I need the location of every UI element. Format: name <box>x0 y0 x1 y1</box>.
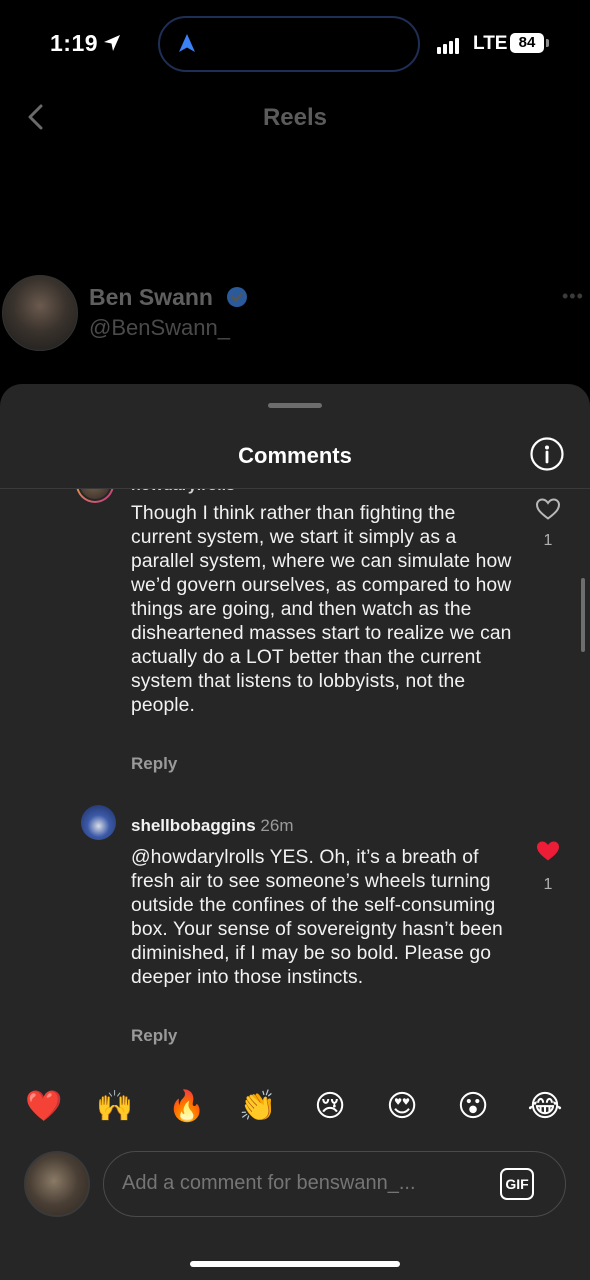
comment-composer[interactable]: GIF <box>103 1151 566 1217</box>
reply-button[interactable]: Reply <box>131 1026 177 1046</box>
reply-button[interactable]: Reply <box>131 754 177 774</box>
battery-icon: 84 <box>510 33 544 53</box>
comments-title: Comments <box>238 443 352 468</box>
comment-time: 26m <box>260 816 294 835</box>
like-count: 1 <box>543 876 553 893</box>
comments-sheet: Comments howdarylrolls Though I think ra… <box>0 384 590 1280</box>
like-count: 1 <box>543 532 553 549</box>
status-time: 1:19 <box>50 30 99 56</box>
home-indicator[interactable] <box>190 1261 400 1267</box>
gif-button[interactable]: GIF <box>500 1168 534 1200</box>
reaction-raised-hands[interactable]: 🙌 <box>93 1084 137 1130</box>
location-arrow-icon <box>104 35 120 51</box>
comment-text: @howdarylrolls YES. Oh, it’s a breath of… <box>131 847 503 988</box>
quick-reactions-bar: ❤️ 🙌 🔥 👏 😢 😍 😮 😂 <box>0 1084 590 1130</box>
comment-username[interactable]: howdarylrolls <box>131 489 235 495</box>
reaction-red-heart[interactable]: ❤️ <box>22 1084 66 1130</box>
my-avatar <box>24 1151 90 1217</box>
reaction-heart-eyes[interactable]: 😍 <box>380 1084 424 1130</box>
profile-handle: @BenSwann_ <box>89 315 230 340</box>
comment-username[interactable]: shellbobaggins 26m <box>131 816 294 836</box>
battery-tip <box>546 39 549 47</box>
network-label: LTE <box>473 33 508 54</box>
verified-badge-icon <box>227 287 247 307</box>
comment-avatar[interactable] <box>76 489 114 503</box>
reaction-fire[interactable]: 🔥 <box>165 1084 209 1130</box>
comment-avatar[interactable] <box>81 805 116 840</box>
info-icon[interactable] <box>530 437 564 471</box>
reaction-tears-of-joy[interactable]: 😂 <box>523 1084 567 1130</box>
navigation-arrow-icon <box>179 34 195 52</box>
sheet-grabber[interactable] <box>268 403 322 408</box>
reaction-surprised-face[interactable]: 😮 <box>451 1084 495 1130</box>
heart-filled-icon[interactable] <box>535 839 561 863</box>
reaction-crying-face[interactable]: 😢 <box>308 1084 352 1130</box>
profile-name[interactable]: Ben Swann <box>89 284 213 311</box>
comment-text: Though I think rather than fighting the … <box>131 503 512 716</box>
comment-username-text: shellbobaggins <box>131 816 256 835</box>
status-bar: 1:19 LTE 84 <box>0 0 590 90</box>
page-title: Reels <box>262 104 328 131</box>
signal-bars-icon <box>437 36 461 54</box>
profile-avatar[interactable] <box>2 275 78 351</box>
heart-outline-icon[interactable] <box>535 497 561 521</box>
reaction-clapping-hands[interactable]: 👏 <box>236 1084 280 1130</box>
comments-list[interactable]: howdarylrolls Though I think rather than… <box>0 489 590 1059</box>
comment-input[interactable] <box>122 1172 482 1195</box>
scrollbar[interactable] <box>581 578 585 652</box>
more-options-icon[interactable]: ••• <box>562 286 584 307</box>
